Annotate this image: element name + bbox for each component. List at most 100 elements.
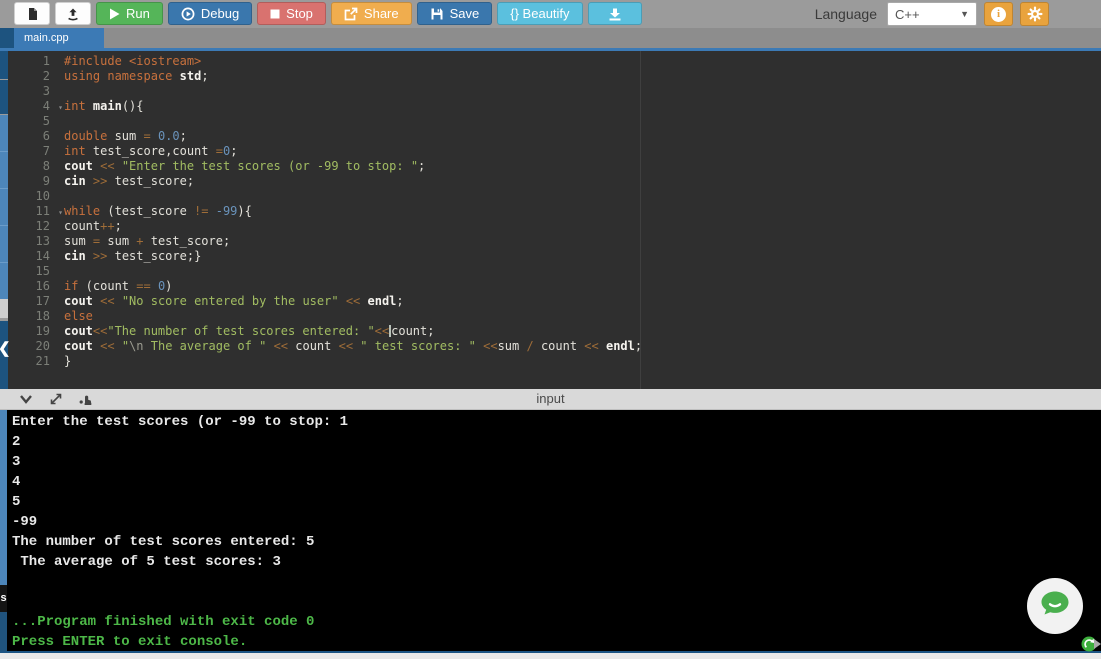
line-number[interactable]: 18 [8, 309, 64, 324]
language-select[interactable]: C++ ▼ [887, 2, 977, 26]
code-editor[interactable]: 1234▾567891011▾12131415161718192021 #inc… [8, 51, 1101, 389]
code-line: double sum = 0.0; [64, 129, 1101, 144]
line-number[interactable]: 14 [8, 249, 64, 264]
console-line: 3 [12, 452, 1101, 472]
line-number[interactable]: 8 [8, 159, 64, 174]
code-line: while (test_score != -99){ [64, 204, 1101, 219]
sidebar-strip-segment [0, 115, 8, 299]
fold-caret-icon[interactable]: ▾ [58, 100, 63, 115]
code-line [64, 84, 1101, 99]
console-line: The average of 5 test scores: 3 [12, 552, 1101, 572]
tab-bar [0, 28, 1101, 48]
toolbar: Run Debug Stop Share [0, 0, 1101, 28]
info-icon: i [991, 7, 1006, 22]
stop-button-label: Stop [286, 6, 313, 21]
line-number[interactable]: 6 [8, 129, 64, 144]
line-number[interactable]: 19 [8, 324, 64, 339]
editor-gutter: 1234▾567891011▾12131415161718192021 [8, 54, 64, 389]
code-line: int test_score,count =0; [64, 144, 1101, 159]
save-button-label: Save [450, 6, 480, 21]
share-button[interactable]: Share [331, 2, 412, 25]
run-button[interactable]: Run [96, 2, 163, 25]
line-number[interactable]: 4▾ [8, 99, 64, 114]
code-line: else [64, 309, 1101, 324]
chat-widget-button[interactable] [1027, 578, 1083, 634]
stop-icon [270, 9, 280, 19]
sidebar-strip-segment [0, 80, 8, 114]
code-line: } [64, 354, 1101, 369]
line-number[interactable]: 16 [8, 279, 64, 294]
chevron-left-icon: ❮ [0, 339, 11, 357]
upload-icon [66, 7, 80, 21]
code-line [64, 264, 1101, 279]
upload-button[interactable] [55, 2, 91, 25]
line-number[interactable]: 9 [8, 174, 64, 189]
code-line: using namespace std; [64, 69, 1101, 84]
line-number[interactable]: 3 [8, 84, 64, 99]
sidebar-strip-segment [0, 410, 7, 585]
console-line: Press ENTER to exit console. [12, 632, 1101, 651]
language-select-value: C++ [895, 7, 920, 22]
share-icon [344, 7, 358, 21]
sidebar-partial-label: s [0, 585, 7, 612]
debug-icon [181, 7, 195, 21]
code-line [64, 114, 1101, 129]
download-button[interactable] [588, 2, 642, 25]
code-line: cin >> test_score; [64, 174, 1101, 189]
editor-code[interactable]: #include <iostream>using namespace std; … [64, 54, 1101, 389]
language-label: Language [815, 6, 877, 22]
tab-main-cpp[interactable]: main.cpp [14, 28, 104, 48]
console-line: ...Program finished with exit code 0 [12, 612, 1101, 632]
fold-caret-icon[interactable]: ▾ [58, 205, 63, 220]
code-line: if (count == 0) [64, 279, 1101, 294]
stop-button[interactable]: Stop [257, 2, 326, 25]
line-number[interactable]: 17 [8, 294, 64, 309]
line-number[interactable]: 15 [8, 264, 64, 279]
console-line: The number of test scores entered: 5 [12, 532, 1101, 552]
new-file-button[interactable] [14, 2, 50, 25]
line-number[interactable]: 7 [8, 144, 64, 159]
save-button[interactable]: Save [417, 2, 493, 25]
share-button-label: Share [364, 6, 399, 21]
code-line: cout<<"The number of test scores entered… [64, 324, 1101, 339]
info-button[interactable]: i [984, 2, 1013, 26]
save-icon [430, 7, 444, 21]
code-line: int main(){ [64, 99, 1101, 114]
line-number[interactable]: 13 [8, 234, 64, 249]
code-line: cout << "No score entered by the user" <… [64, 294, 1101, 309]
debug-button[interactable]: Debug [168, 2, 252, 25]
line-number[interactable]: 11▾ [8, 204, 64, 219]
code-line: cout << "\n The average of " << count <<… [64, 339, 1101, 354]
console-panel-title: input [0, 389, 1101, 410]
online-ide-window: Run Debug Stop Share [0, 0, 1101, 659]
code-line: cout << "Enter the test scores (or -99 t… [64, 159, 1101, 174]
beautify-button[interactable]: {} Beautify [497, 2, 582, 25]
bottom-bar [0, 651, 1101, 659]
console-line: Enter the test scores (or -99 to stop: 1 [12, 412, 1101, 432]
line-number[interactable]: 1 [8, 54, 64, 69]
line-number[interactable]: 5 [8, 114, 64, 129]
beautify-button-label: {} Beautify [510, 6, 569, 21]
console-line: -99 [12, 512, 1101, 532]
tab-label: main.cpp [24, 32, 69, 44]
line-number[interactable]: 20 [8, 339, 64, 354]
sidebar-strip-segment [0, 299, 8, 318]
console-line [12, 572, 1101, 592]
console-output[interactable]: Enter the test scores (or -99 to stop: 1… [0, 410, 1101, 651]
gear-icon [1027, 6, 1043, 22]
settings-button[interactable] [1020, 2, 1049, 26]
debug-button-label: Debug [201, 6, 239, 21]
line-number[interactable]: 2 [8, 69, 64, 84]
corner-caret-icon [1094, 639, 1101, 649]
line-number[interactable]: 12 [8, 219, 64, 234]
run-button-label: Run [126, 6, 150, 21]
line-number[interactable]: 21 [8, 354, 64, 369]
console-header: input [0, 389, 1101, 410]
chat-bubble-icon [1038, 587, 1072, 626]
line-number[interactable]: 10 [8, 189, 64, 204]
print-margin-line [640, 51, 641, 389]
code-line: sum = sum + test_score; [64, 234, 1101, 249]
download-icon [608, 7, 622, 21]
sidebar-collapse-handle[interactable]: ❮ [0, 321, 8, 389]
console-line: 4 [12, 472, 1101, 492]
